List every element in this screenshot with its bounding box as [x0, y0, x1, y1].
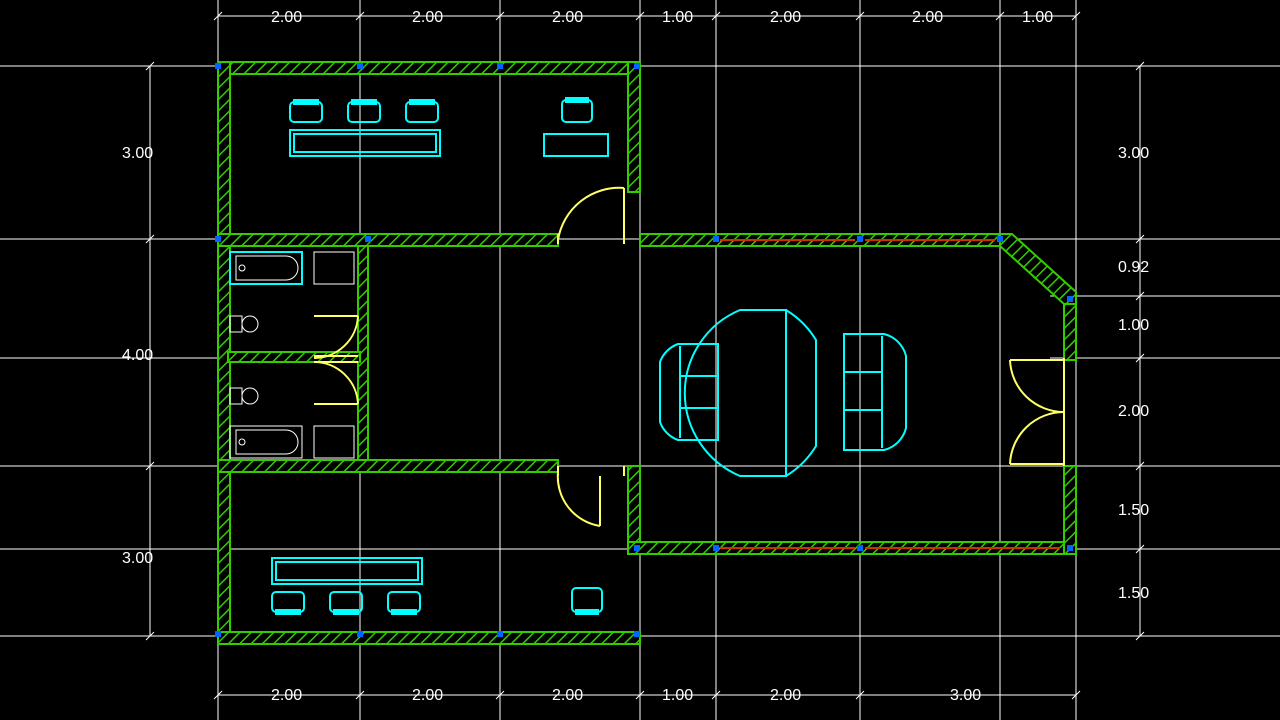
- dim-label: 1.50: [1118, 502, 1149, 519]
- walls: [218, 62, 1076, 644]
- floor-plan-drawing: 2.00 2.00 2.00 1.00 2.00 2.00 1.00 2.00 …: [0, 0, 1280, 720]
- dimensions-right: 3.00 0.92 1.00 2.00 1.50 1.50: [1118, 62, 1149, 640]
- dimensions-left: 3.00 4.00 3.00: [122, 62, 158, 640]
- furniture-living: [660, 310, 906, 476]
- dim-label: 1.00: [1118, 317, 1149, 334]
- dim-label: 2.00: [552, 687, 583, 704]
- dim-label: 3.00: [950, 687, 981, 704]
- dimensions-bottom: 2.00 2.00 2.00 1.00 2.00 3.00: [214, 687, 1080, 704]
- dim-label: 1.00: [662, 9, 693, 26]
- dim-label: 3.00: [1118, 145, 1149, 162]
- dim-label: 2.00: [1118, 403, 1149, 420]
- dim-label: 2.00: [271, 9, 302, 26]
- dim-label: 4.00: [122, 347, 153, 364]
- dim-label: 2.00: [770, 9, 801, 26]
- dim-label: 2.00: [412, 9, 443, 26]
- dimensions-top: 2.00 2.00 2.00 1.00 2.00 2.00 1.00: [214, 8, 1080, 26]
- furniture-bath-1: [230, 252, 354, 332]
- dim-label: 2.00: [271, 687, 302, 704]
- dim-label: 1.00: [1022, 9, 1053, 26]
- dim-label: 2.00: [552, 9, 583, 26]
- dim-label: 1.00: [662, 687, 693, 704]
- dim-label: 0.92: [1118, 259, 1149, 276]
- dim-label: 2.00: [770, 687, 801, 704]
- dim-label: 1.50: [1118, 585, 1149, 602]
- furniture-bath-2: [230, 388, 354, 458]
- dim-label: 2.00: [412, 687, 443, 704]
- windows: [720, 240, 1060, 548]
- dim-label: 3.00: [122, 145, 153, 162]
- dim-label: 2.00: [912, 9, 943, 26]
- dim-label: 3.00: [122, 550, 153, 567]
- furniture-bottom-room: [272, 558, 602, 614]
- furniture-top-room: [290, 98, 608, 156]
